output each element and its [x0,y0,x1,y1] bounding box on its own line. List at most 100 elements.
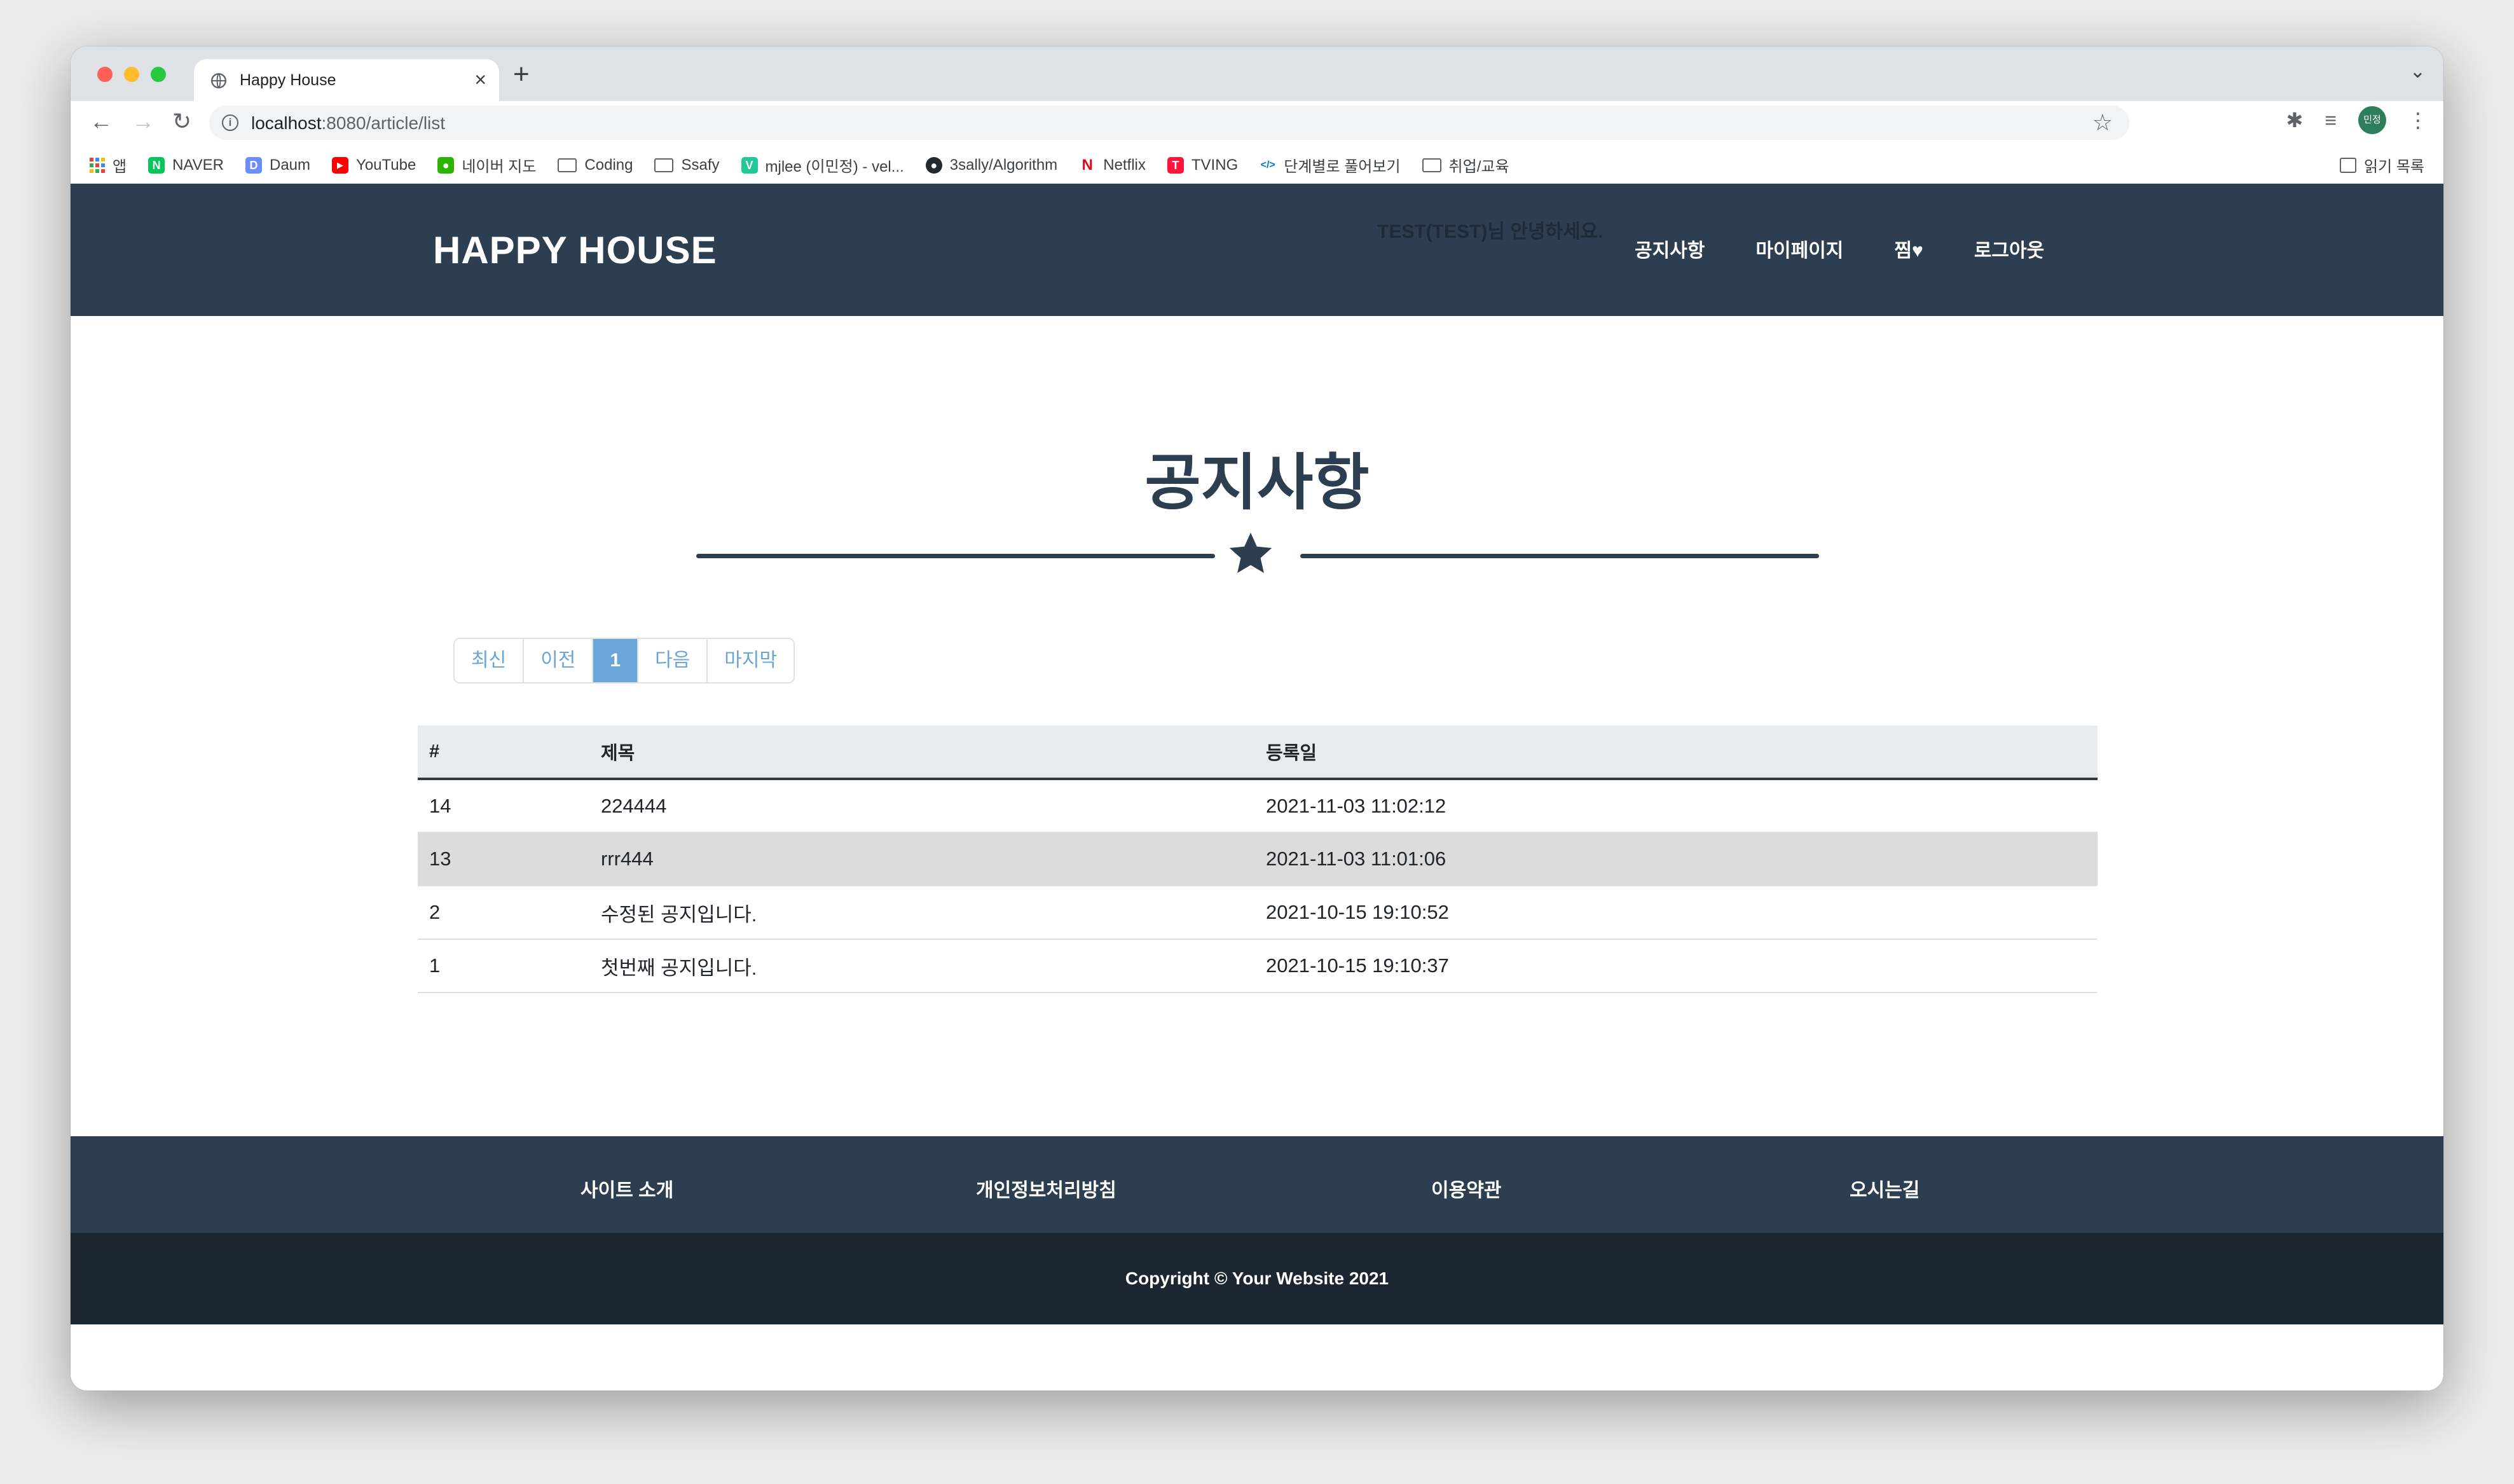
page-title: 공지사항 [1144,449,1370,517]
nav-favorites[interactable]: 찜♥ [1894,235,1923,263]
bookmark-coding[interactable]: Coding [558,156,633,174]
apps-grid-icon [90,157,105,173]
bookmark-ssafy[interactable]: Ssafy [654,156,720,174]
row-date: 2021-10-15 19:10:37 [1254,939,2098,993]
reading-list[interactable]: 읽기 목록 [2340,154,2424,176]
column-header-title: 제목 [589,725,1254,780]
page-1-button[interactable]: 1 [592,639,638,682]
site-header: HAPPY HOUSE TEST(TEST)님 안녕하세요. 공지사항 마이페이… [71,184,2443,316]
row-number: 14 [418,779,589,833]
bookmark-naver-map[interactable]: ● 네이버 지도 [437,154,536,176]
daum-icon: D [245,156,262,174]
globe-icon [210,72,227,89]
footer-copyright: Copyright © Your Website 2021 [71,1233,2443,1324]
media-queue-icon[interactable]: ≡ [2325,109,2337,132]
reading-list-icon [2340,157,2356,173]
extension-area: ✱ ≡ 민정 ⋮ [2286,106,2428,134]
page-last-button[interactable]: 마지막 [706,639,794,682]
window-controls [97,67,166,82]
bookmark-naver[interactable]: N NAVER [148,156,224,174]
bookmark-tving[interactable]: T TVING [1167,156,1238,174]
row-title[interactable]: 첫번째 공지입니다. [589,939,1254,993]
kebab-menu-icon[interactable]: ⋮ [2408,108,2428,132]
site-info-icon[interactable]: i [222,114,238,131]
main-nav: 공지사항 마이페이지 찜♥ 로그아웃 [1635,235,2044,263]
bookmark-star-icon[interactable]: ☆ [2092,109,2113,136]
url-text[interactable]: localhost:8080/article/list [251,113,445,134]
row-title[interactable]: 수정된 공지입니다. [589,886,1254,940]
star-icon [1229,532,1272,574]
folder-icon [1422,158,1441,172]
new-tab-icon[interactable]: + [513,60,530,88]
footer-link-privacy[interactable]: 개인정보처리방침 [976,1174,1116,1202]
reload-icon[interactable]: ↻ [172,107,191,135]
velog-icon: V [741,156,758,174]
browser-tab[interactable]: Happy House × [194,59,499,101]
row-date: 2021-10-15 19:10:52 [1254,886,2098,940]
nav-logout[interactable]: 로그아웃 [1974,235,2044,263]
notice-table: # 제목 등록일 14 224444 2021-11-03 11:02:12 1… [418,725,2098,993]
tving-icon: T [1167,156,1184,174]
row-number: 2 [418,886,589,940]
map-pin-icon: ● [437,156,455,174]
browser-toolbar: ← → ↻ i localhost:8080/article/list ☆ ✱ … [71,101,2443,144]
naver-icon: N [148,156,165,174]
bookmark-netflix[interactable]: N Netflix [1079,156,1146,174]
back-arrow-icon[interactable]: ← [90,107,113,135]
bookmark-github[interactable]: ● 3sally/Algorithm [925,156,1057,174]
footer-link-terms[interactable]: 이용약관 [1431,1174,1501,1202]
page-content: HAPPY HOUSE TEST(TEST)님 안녕하세요. 공지사항 마이페이… [71,184,2443,1391]
footer-link-directions[interactable]: 오시는길 [1850,1174,1920,1202]
row-number: 1 [418,939,589,993]
bookmark-youtube[interactable]: ▶ YouTube [332,156,416,174]
tab-search-chevron-icon[interactable]: ⌄ [2410,60,2426,83]
divider-line-left [696,554,1215,558]
user-greeting: TEST(TEST)님 안녕하세요. [1377,221,1604,242]
bookmark-jobs[interactable]: 취업/교육 [1422,154,1509,176]
divider-line-right [1300,554,1819,558]
footer-links: 사이트 소개 개인정보처리방침 이용약관 오시는길 [71,1136,2443,1233]
maximize-window-button[interactable] [151,67,166,82]
column-header-date: 등록일 [1254,725,2098,780]
address-bar[interactable]: i localhost:8080/article/list ☆ [209,106,2129,140]
bookmarks-bar: 앱 N NAVER D Daum ▶ YouTube ● 네이버 지도 Coding S… [71,144,2443,184]
browser-window: Happy House × + ⌄ ← → ↻ i localhost:8080… [71,46,2443,1391]
table-row[interactable]: 14 224444 2021-11-03 11:02:12 [418,779,2098,833]
tab-strip: Happy House × + ⌄ [71,46,2443,101]
tab-title: Happy House [240,71,336,89]
row-title[interactable]: 224444 [589,779,1254,833]
footer-link-about[interactable]: 사이트 소개 [580,1174,673,1202]
bookmark-apps[interactable]: 앱 [90,154,127,176]
code-brackets-icon: </> [1260,156,1277,174]
table-header-row: # 제목 등록일 [418,725,2098,780]
netflix-icon: N [1079,156,1096,174]
close-tab-icon[interactable]: × [474,68,486,91]
table-row[interactable]: 2 수정된 공지입니다. 2021-10-15 19:10:52 [418,886,2098,940]
bookmark-daum[interactable]: D Daum [245,156,310,174]
profile-avatar[interactable]: 민정 [2358,106,2386,134]
folder-icon [558,158,577,172]
site-brand[interactable]: HAPPY HOUSE [433,228,717,272]
page-first-button[interactable]: 최신 [455,639,523,682]
copyright-text: Copyright © Your Website 2021 [1125,1268,1389,1288]
nav-notice[interactable]: 공지사항 [1635,235,1705,263]
pagination: 최신 이전 1 다음 마지막 [453,638,795,684]
minimize-window-button[interactable] [124,67,139,82]
github-icon: ● [925,156,942,174]
forward-arrow-icon[interactable]: → [132,107,155,135]
youtube-icon: ▶ [332,156,349,174]
row-date: 2021-11-03 11:02:12 [1254,779,2098,833]
page-next-button[interactable]: 다음 [637,639,707,682]
page-prev-button[interactable]: 이전 [523,639,593,682]
bookmark-baekjoon[interactable]: </> 단계별로 풀어보기 [1260,154,1401,176]
extensions-puzzle-icon[interactable]: ✱ [2286,108,2304,132]
close-window-button[interactable] [97,67,113,82]
table-row[interactable]: 1 첫번째 공지입니다. 2021-10-15 19:10:37 [418,939,2098,993]
nav-mypage[interactable]: 마이페이지 [1755,235,1843,263]
folder-icon [654,158,674,172]
table-row[interactable]: 13 rrr444 2021-11-03 11:01:06 [418,832,2098,886]
row-title[interactable]: rrr444 [589,832,1254,886]
row-number: 13 [418,832,589,886]
bookmark-velog[interactable]: Vmjlee (이민정) - vel... [741,154,904,176]
column-header-number: # [418,725,589,780]
